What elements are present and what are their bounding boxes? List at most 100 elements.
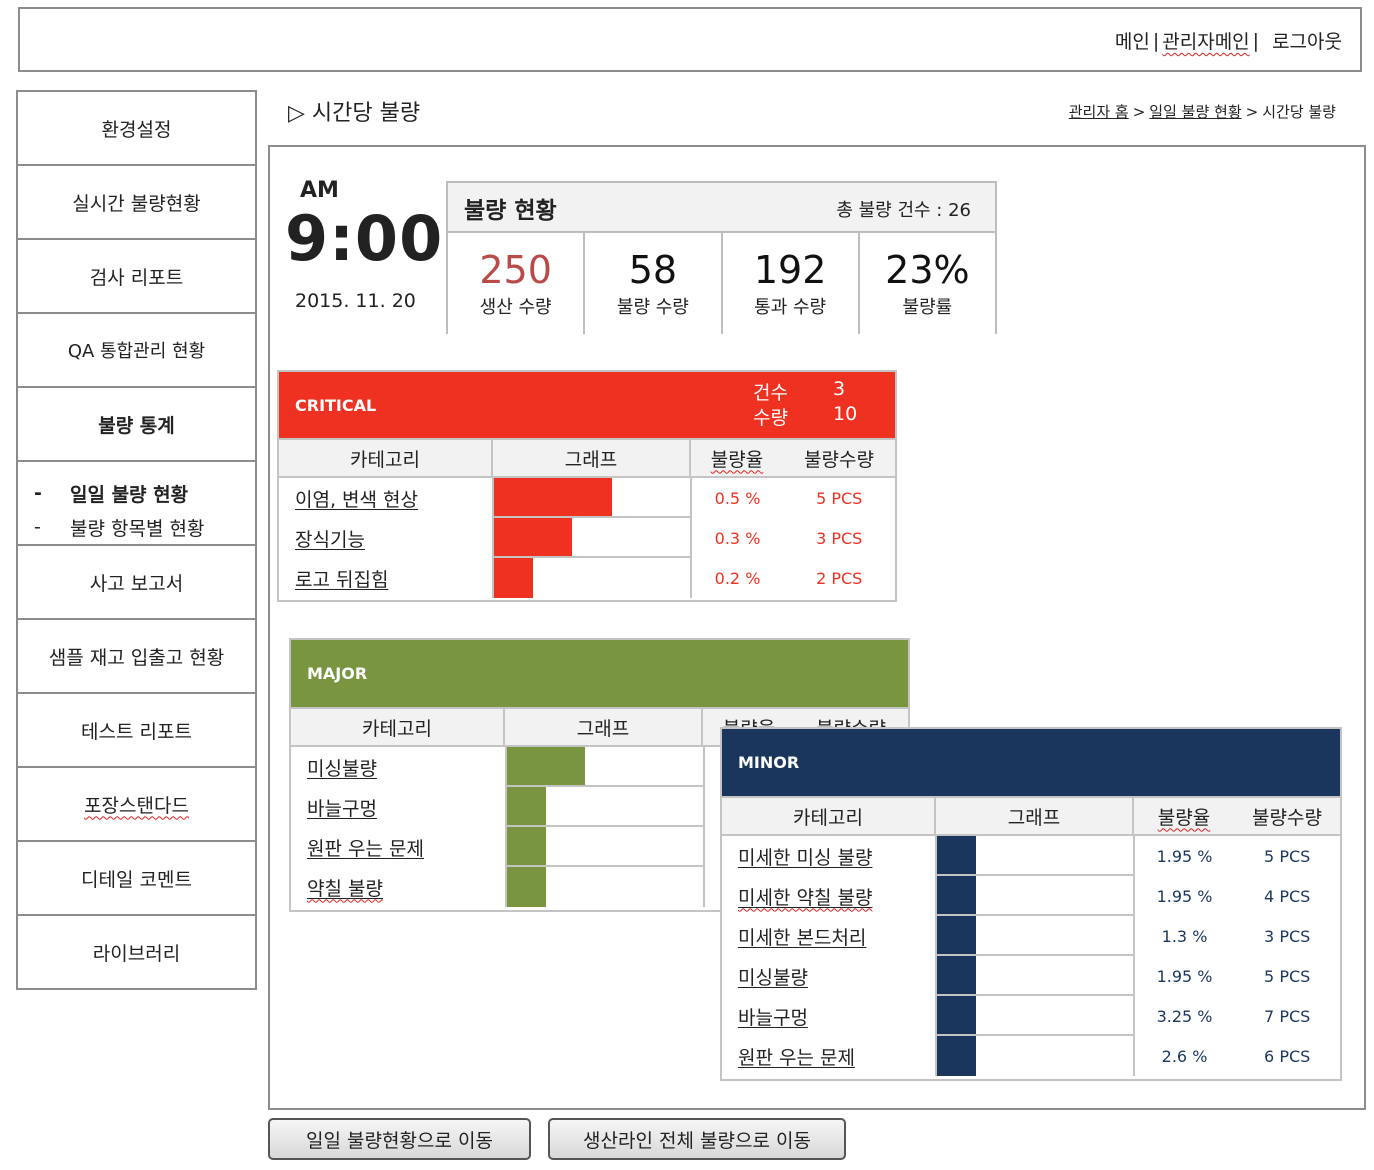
- sidebar-item-inspection-report[interactable]: 검사 리포트: [18, 240, 255, 314]
- table-row: 미세한 본드처리 1.3 % 3 PCS: [722, 916, 1340, 956]
- col-rate-wrap: 불량율: [1134, 798, 1234, 834]
- row-qty: 5 PCS: [1264, 966, 1311, 986]
- nav-main-link[interactable]: 메인: [1115, 27, 1150, 54]
- row-bar: [937, 996, 977, 1034]
- row-category-link[interactable]: 바늘구멍: [722, 996, 935, 1036]
- row-graph: [935, 996, 1135, 1036]
- critical-column-header: 카테고리 그래프 불량율 불량수량: [279, 438, 895, 478]
- breadcrumb-admin-home[interactable]: 관리자 홈: [1069, 101, 1129, 122]
- goto-all-lines-defects-button[interactable]: 생산라인 전체 불량으로 이동: [548, 1118, 846, 1160]
- submenu-label: 일일 불량 현황: [70, 483, 189, 506]
- table-row: 로고 뒤집힘 0.2 % 2 PCS: [279, 558, 895, 598]
- row-category-link[interactable]: 이염, 변색 현상: [279, 478, 492, 518]
- critical-qty-label: 수량: [753, 407, 788, 429]
- minor-header: MINOR: [722, 729, 1340, 796]
- status-label: 통과 수량: [754, 296, 827, 318]
- row-bar: [494, 478, 612, 516]
- nav-admin-main-link[interactable]: 관리자메인: [1162, 27, 1249, 54]
- row-qty: 7 PCS: [1264, 1006, 1311, 1026]
- sidebar-item-detail-comment[interactable]: 디테일 코멘트: [18, 842, 255, 916]
- major-header: MAJOR: [291, 640, 908, 707]
- status-cell-production: 250 생산 수량: [448, 233, 586, 334]
- row-graph: [935, 916, 1135, 956]
- row-bar: [937, 1036, 977, 1076]
- row-rate: 1.95 %: [1156, 886, 1213, 906]
- row-rate: 0.2 %: [714, 568, 761, 588]
- col-qty: 불량수량: [1252, 806, 1322, 829]
- row-category-link[interactable]: 미세한 미싱 불량: [722, 836, 935, 876]
- critical-header: CRITICAL 건수 3 수량 10: [279, 372, 895, 438]
- sidebar-item-qa-management[interactable]: QA 통합관리 현황: [18, 314, 255, 388]
- row-bar: [507, 827, 547, 865]
- row-qty: 6 PCS: [1264, 1046, 1311, 1066]
- sidebar-item-test-report[interactable]: 테스트 리포트: [18, 694, 255, 768]
- nav-logout-link[interactable]: 로그아웃: [1272, 27, 1342, 54]
- row-bar: [937, 876, 977, 914]
- row-graph: [935, 1036, 1135, 1076]
- row-graph: [505, 827, 705, 867]
- row-rate: 2.6 %: [1161, 1046, 1208, 1066]
- row-category-label: 약칠 불량: [307, 877, 383, 900]
- col-graph: 그래프: [936, 798, 1134, 834]
- breadcrumb-daily-defects[interactable]: 일일 불량 현황: [1149, 101, 1241, 122]
- row-category-link[interactable]: 원판 우는 문제: [291, 827, 505, 867]
- critical-count-label: 건수: [753, 382, 788, 404]
- critical-table: CRITICAL 건수 3 수량 10 카테고리 그래프 불량율 불량수량 이염…: [277, 370, 897, 602]
- table-row: 미싱불량 1.95 % 5 PCS: [722, 956, 1340, 996]
- row-category-link[interactable]: 바늘구멍: [291, 787, 505, 827]
- row-bar: [507, 787, 547, 825]
- row-rate: 1.3 %: [1161, 926, 1208, 946]
- sidebar-subitem-daily-defects[interactable]: - 일일 불량 현황: [34, 476, 255, 510]
- status-value: 192: [753, 247, 827, 292]
- submenu-label: 불량 항목별 현황: [70, 517, 205, 540]
- critical-qty-value: 10: [833, 403, 858, 425]
- chevron-right-icon: >: [1245, 102, 1259, 121]
- status-label: 불량 수량: [616, 296, 689, 318]
- col-rate: 불량율: [710, 448, 764, 471]
- row-category-link[interactable]: 로고 뒤집힘: [279, 558, 492, 598]
- sidebar-item-incident-report[interactable]: 사고 보고서: [18, 546, 255, 620]
- clock-time: 9:00: [285, 202, 444, 275]
- row-rate: 1.95 %: [1156, 846, 1213, 866]
- sidebar-item-defect-stats[interactable]: 불량 통계: [18, 388, 255, 462]
- goto-daily-defects-button[interactable]: 일일 불량현황으로 이동: [268, 1118, 531, 1160]
- row-category-link[interactable]: 미세한 본드처리: [722, 916, 935, 956]
- row-qty: 5 PCS: [816, 488, 863, 508]
- row-graph: [935, 956, 1135, 996]
- col-rate: 불량율: [1157, 806, 1211, 829]
- row-bar: [494, 518, 573, 556]
- sidebar-item-packing-standard[interactable]: 포장스탠다드: [18, 768, 255, 842]
- minor-column-header: 카테고리 그래프 불량율 불량수량: [722, 796, 1340, 836]
- nav-separator: |: [1152, 29, 1160, 52]
- col-graph: 그래프: [493, 440, 691, 476]
- status-header: 불량 현황 총 불량 건수 : 26: [448, 183, 995, 231]
- table-row: 미세한 약칠 불량 1.95 % 4 PCS: [722, 876, 1340, 916]
- row-category-link[interactable]: 미세한 약칠 불량: [722, 876, 935, 916]
- row-bar: [937, 916, 977, 954]
- status-total-count: 총 불량 건수 : 26: [836, 200, 971, 221]
- row-category-link[interactable]: 미싱불량: [722, 956, 935, 996]
- clock-ampm: AM: [300, 178, 339, 203]
- status-cell-defects: 58 불량 수량: [585, 233, 723, 334]
- table-row: 이염, 변색 현상 0.5 % 5 PCS: [279, 478, 895, 518]
- sidebar-item-settings[interactable]: 환경설정: [18, 92, 255, 166]
- row-category-link[interactable]: 미싱불량: [291, 747, 505, 787]
- sidebar: 환경설정 실시간 불량현황 검사 리포트 QA 통합관리 현황 불량 통계 - …: [16, 90, 257, 990]
- row-category-link[interactable]: 약칠 불량: [291, 867, 505, 907]
- sidebar-item-realtime-defects[interactable]: 실시간 불량현황: [18, 166, 255, 240]
- row-category-link[interactable]: 원판 우는 문제: [722, 1036, 935, 1076]
- row-category-label: 미세한 약칠 불량: [738, 886, 873, 909]
- submenu-dash: -: [34, 516, 41, 538]
- sidebar-subitem-defects-by-item[interactable]: - 불량 항목별 현황: [34, 510, 255, 544]
- sidebar-item-library[interactable]: 라이브러리: [18, 916, 255, 990]
- row-category-link[interactable]: 장식기능: [279, 518, 492, 558]
- page-title: ▷ 시간당 불량: [288, 101, 421, 126]
- row-graph: [505, 747, 705, 787]
- status-cell-defect-rate: 23% 불량률: [859, 233, 995, 334]
- row-qty: 5 PCS: [1264, 846, 1311, 866]
- sidebar-item-sample-inventory[interactable]: 샘플 재고 입출고 현황: [18, 620, 255, 694]
- minor-table: MINOR 카테고리 그래프 불량율 불량수량 미세한 미싱 불량 1.95 %…: [720, 727, 1342, 1081]
- row-graph: [492, 478, 692, 518]
- col-rate-wrap: 불량율: [691, 440, 783, 476]
- defect-status-box: 불량 현황 총 불량 건수 : 26 250 생산 수량 58 불량 수량 19…: [446, 181, 997, 334]
